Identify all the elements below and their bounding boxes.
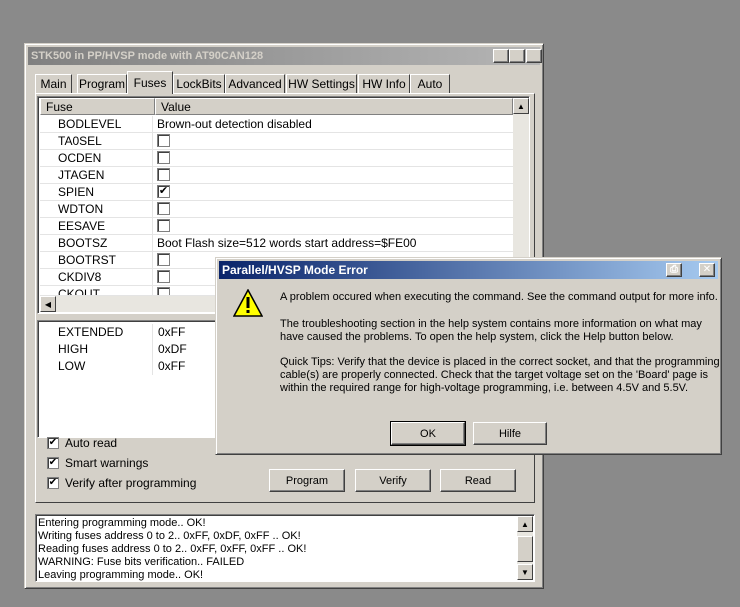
register-value[interactable]: 0xFF <box>158 359 185 373</box>
log-line: Writing fuses address 0 to 2.. 0xFF, 0xD… <box>38 530 301 542</box>
read-button[interactable]: Read <box>440 469 516 492</box>
scroll-down-icon[interactable]: ▼ <box>517 564 533 580</box>
scroll-up-icon[interactable]: ▲ <box>513 98 529 114</box>
close-button[interactable]: ✕ <box>526 49 542 63</box>
maximize-button[interactable]: □ <box>509 49 525 63</box>
fuse-row[interactable]: SPIEN ✔ <box>40 184 513 201</box>
auto-read-option[interactable]: ✔ Auto read <box>47 435 117 451</box>
fuse-row[interactable]: EESAVE <box>40 218 513 235</box>
scroll-up-icon[interactable]: ▲ <box>517 516 533 532</box>
fuse-checkbox[interactable] <box>157 287 170 295</box>
tab-fuses[interactable]: Fuses <box>127 71 173 94</box>
fuse-checkbox[interactable] <box>157 219 170 232</box>
help-button[interactable]: Hilfe <box>473 422 547 445</box>
print-icon[interactable]: ⎙ <box>666 263 682 277</box>
log-vscrollbar[interactable]: ▲ ▼ <box>517 516 533 580</box>
tab-auto[interactable]: Auto <box>410 74 450 93</box>
auto-read-checkbox[interactable]: ✔ <box>47 437 59 449</box>
register-value[interactable]: 0xDF <box>158 342 187 356</box>
fuse-checkbox[interactable] <box>157 168 170 181</box>
scroll-thumb[interactable] <box>517 536 533 562</box>
fuse-row[interactable]: BODLEVEL Brown-out detection disabled <box>40 116 513 133</box>
tab-lockbits[interactable]: LockBits <box>173 74 225 93</box>
fuse-checkbox[interactable] <box>157 253 170 266</box>
verify-after-programming-option[interactable]: ✔ Verify after programming <box>47 475 196 491</box>
dialog-title: Parallel/HVSP Mode Error <box>222 263 368 277</box>
fuse-row[interactable]: OCDEN <box>40 150 513 167</box>
fuse-row[interactable]: TA0SEL <box>40 133 513 150</box>
smart-warnings-option[interactable]: ✔ Smart warnings <box>47 455 148 471</box>
fuse-checkbox[interactable] <box>157 151 170 164</box>
window-titlebar[interactable]: STK500 in PP/HVSP mode with AT90CAN128 _… <box>28 47 542 65</box>
command-output-log[interactable]: Entering programming mode.. OK! Writing … <box>35 514 535 582</box>
tab-hw-settings[interactable]: HW Settings <box>286 74 357 93</box>
register-value[interactable]: 0xFF <box>158 325 185 339</box>
verify-after-programming-checkbox[interactable]: ✔ <box>47 477 59 489</box>
log-line: Entering programming mode.. OK! <box>38 517 206 529</box>
dialog-message-3: Quick Tips: Verify that the device is pl… <box>280 356 720 394</box>
log-line: Leaving programming mode.. OK! <box>38 569 204 581</box>
fuse-checkbox[interactable] <box>157 270 170 283</box>
tab-hw-info[interactable]: HW Info <box>358 74 410 93</box>
verify-button[interactable]: Verify <box>355 469 431 492</box>
fuse-row[interactable]: BOOTSZ Boot Flash size=512 words start ad… <box>40 235 513 252</box>
dialog-titlebar[interactable]: Parallel/HVSP Mode Error ⎙ ✕ <box>219 261 718 279</box>
log-line: WARNING: Fuse bits verification.. FAILED <box>38 556 245 568</box>
scroll-left-icon[interactable]: ◀ <box>40 296 56 312</box>
fuse-row[interactable]: JTAGEN <box>40 167 513 184</box>
tab-advanced[interactable]: Advanced <box>225 74 285 93</box>
tab-main[interactable]: Main <box>35 74 72 93</box>
tab-program[interactable]: Program <box>77 74 127 93</box>
fuse-checkbox[interactable] <box>157 134 170 147</box>
fuse-checkbox[interactable] <box>157 202 170 215</box>
column-header-fuse[interactable]: Fuse <box>40 98 155 115</box>
ok-button[interactable]: OK <box>390 421 466 446</box>
dialog-message-1: A problem occured when executing the com… <box>280 291 718 303</box>
fuse-checkbox-checked[interactable]: ✔ <box>157 185 170 198</box>
column-header-value[interactable]: Value <box>155 98 513 115</box>
close-icon[interactable]: ✕ <box>699 263 715 277</box>
program-button[interactable]: Program <box>269 469 345 492</box>
fuse-row[interactable]: WDTON <box>40 201 513 218</box>
minimize-button[interactable]: _ <box>493 49 509 63</box>
window-title: STK500 in PP/HVSP mode with AT90CAN128 <box>31 50 264 62</box>
fuse-value[interactable]: Boot Flash size=512 words start address=… <box>157 236 416 250</box>
log-line: Reading fuses address 0 to 2.. 0xFF, 0xF… <box>38 543 307 555</box>
error-dialog: Parallel/HVSP Mode Error ⎙ ✕ A problem o… <box>215 257 722 455</box>
warning-icon <box>233 289 263 317</box>
smart-warnings-checkbox[interactable]: ✔ <box>47 457 59 469</box>
dialog-message-2: The troubleshooting section in the help … <box>280 318 702 343</box>
fuse-value[interactable]: Brown-out detection disabled <box>157 117 312 131</box>
